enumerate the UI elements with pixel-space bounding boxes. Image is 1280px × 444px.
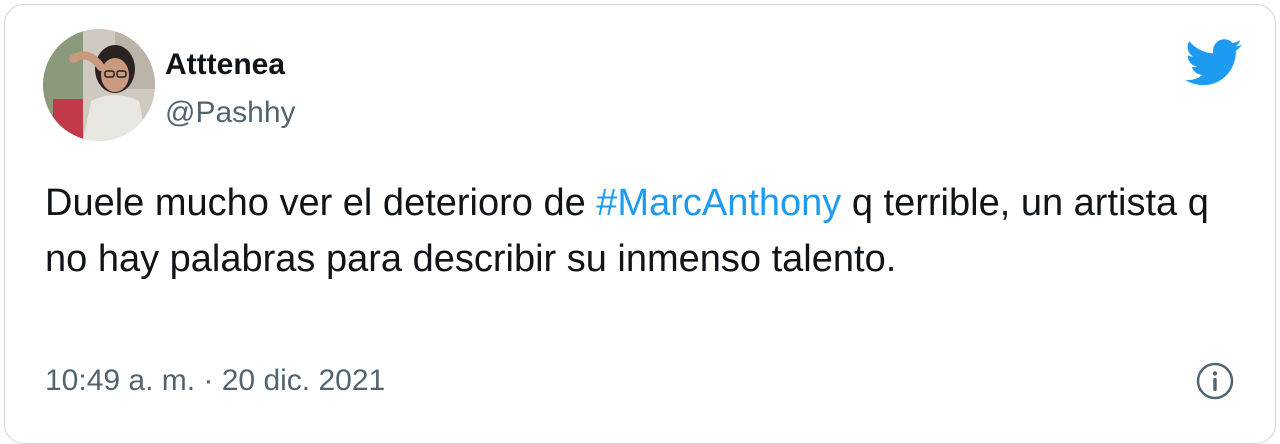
author-handle[interactable]: @Pashhy bbox=[165, 95, 296, 131]
info-icon[interactable] bbox=[1195, 361, 1235, 401]
tweet-text: Duele mucho ver el deterioro de #MarcAnt… bbox=[45, 175, 1245, 287]
tweet-text-before: Duele mucho ver el deterioro de bbox=[45, 182, 597, 224]
hashtag-link[interactable]: #MarcAnthony bbox=[596, 182, 841, 224]
twitter-bird-icon[interactable] bbox=[1185, 39, 1243, 87]
tweet-timestamp[interactable]: 10:49 a. m. · 20 dic. 2021 bbox=[45, 361, 385, 401]
avatar[interactable] bbox=[43, 29, 155, 141]
tweet-card[interactable]: Atttenea @Pashhy Duele mucho ver el dete… bbox=[4, 4, 1276, 444]
avatar-photo bbox=[43, 29, 155, 141]
author-display-name[interactable]: Atttenea bbox=[165, 47, 285, 83]
